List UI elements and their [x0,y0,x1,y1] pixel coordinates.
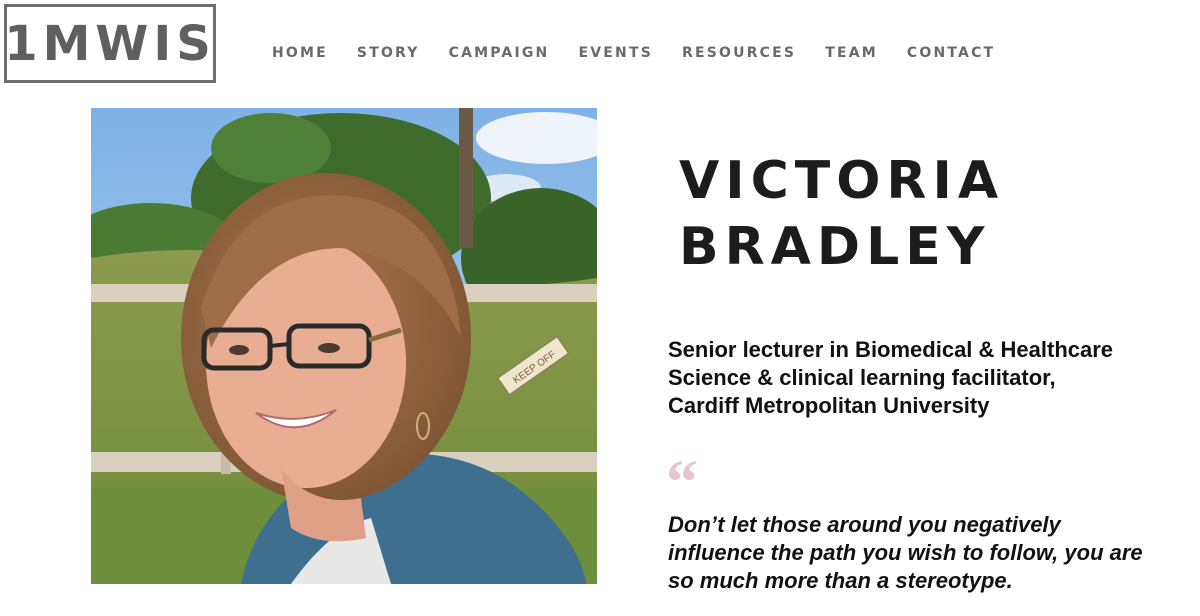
nav-contact[interactable]: CONTACT [907,44,995,62]
quote-line-2: influence the path you wish to follow, y… [668,540,1143,565]
name-line-1: VICTORIA [679,151,1005,211]
name-line-2: BRADLEY [679,217,991,277]
nav-home[interactable]: HOME [272,44,328,62]
quote-mark-icon: “ [666,446,698,517]
nav-resources[interactable]: RESOURCES [682,44,796,62]
nav-campaign[interactable]: CAMPAIGN [449,44,550,62]
profile-name: VICTORIA BRADLEY [679,148,1004,280]
quote-line-1: Don’t let those around you negatively [668,512,1061,537]
site-logo[interactable]: 1MWIS [4,4,216,83]
nav-story[interactable]: STORY [357,44,420,62]
profile-photo: KEEP OFF [91,108,597,584]
role-line-3: Cardiff Metropolitan University [668,393,990,418]
nav-team[interactable]: TEAM [825,44,878,62]
main-nav: HOME STORY CAMPAIGN EVENTS RESOURCES TEA… [272,44,1024,62]
role-line-1: Senior lecturer in Biomedical & Healthca… [668,337,1114,362]
role-line-2: Science & clinical learning facilitator, [668,365,1056,390]
nav-events[interactable]: EVENTS [578,44,653,62]
profile-role: Senior lecturer in Biomedical & Healthca… [668,336,1168,420]
logo-text: 1MWIS [4,15,216,72]
quote-line-3: so much more than a stereotype. [668,568,1013,593]
profile-quote: Don’t let those around you negatively in… [668,511,1196,595]
